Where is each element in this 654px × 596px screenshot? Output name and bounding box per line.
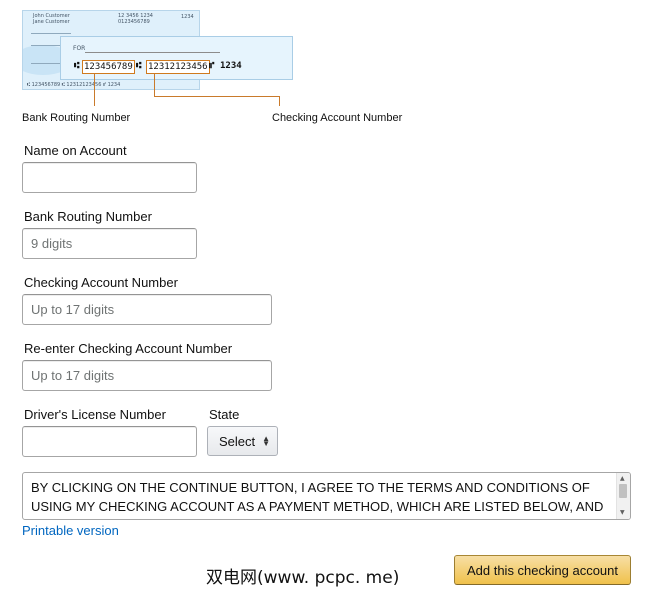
routing-leader-line — [94, 73, 95, 106]
check-for-label: FOR — [73, 45, 86, 52]
scroll-up-arrow-icon[interactable]: ▲ — [620, 476, 625, 482]
check-line — [31, 63, 61, 64]
routing-number-label: Bank Routing Number — [24, 209, 152, 224]
printable-version-link[interactable]: Printable version — [22, 523, 119, 538]
check-line — [31, 33, 71, 34]
micr-symbol-icon: ⑆ — [136, 61, 142, 71]
reenter-checking-account-input[interactable] — [22, 360, 272, 391]
check-micr-line: ⑆ 123456789 ⑆ 12312123456 ⑈ 1234 — [27, 82, 121, 88]
routing-number-on-check: 123456789 — [82, 60, 135, 74]
updown-arrows-icon: ▲ ▼ — [262, 434, 271, 448]
check-number-on-check: 1234 — [220, 61, 242, 71]
memo-line — [85, 52, 220, 53]
scroll-down-arrow-icon[interactable]: ▼ — [620, 510, 625, 516]
drivers-license-input[interactable] — [22, 426, 197, 457]
account-leader-line — [154, 96, 280, 97]
scroll-thumb[interactable] — [619, 484, 627, 498]
checking-account-input[interactable] — [22, 294, 272, 325]
routing-callout-label: Bank Routing Number — [22, 112, 131, 124]
routing-number-input[interactable] — [22, 228, 197, 259]
state-select-value: Select — [219, 433, 256, 449]
micr-symbol-icon: ⑈ — [209, 61, 215, 71]
watermark-text: 双电网(www. pcpc. me) — [206, 568, 400, 588]
name-on-account-label: Name on Account — [24, 143, 127, 158]
terms-scrollbar[interactable]: ▲ ▼ — [616, 473, 630, 519]
checking-account-label: Checking Account Number — [24, 275, 178, 290]
check-line — [31, 45, 61, 46]
account-number-on-check: 12312123456 — [146, 60, 210, 74]
account-callout-label: Checking Account Number — [272, 112, 403, 124]
name-on-account-input[interactable] — [22, 162, 197, 193]
account-leader-line — [154, 73, 155, 96]
add-checking-account-button[interactable]: Add this checking account — [454, 555, 631, 585]
state-select[interactable]: Select ▲ ▼ — [207, 426, 278, 456]
micr-symbol-icon: ⑆ — [74, 61, 80, 71]
terms-textbox[interactable]: BY CLICKING ON THE CONTINUE BUTTON, I AG… — [22, 472, 631, 520]
check-owner-line-2: Jane Customer — [33, 19, 70, 25]
account-leader-line — [279, 96, 280, 106]
check-account-top: 0123456789 — [118, 19, 150, 25]
terms-text: BY CLICKING ON THE CONTINUE BUTTON, I AG… — [31, 480, 604, 519]
drivers-license-label: Driver's License Number — [24, 407, 166, 422]
state-label: State — [209, 407, 240, 422]
check-number-top: 1234 — [181, 14, 194, 20]
reenter-checking-account-label: Re-enter Checking Account Number — [24, 341, 233, 356]
